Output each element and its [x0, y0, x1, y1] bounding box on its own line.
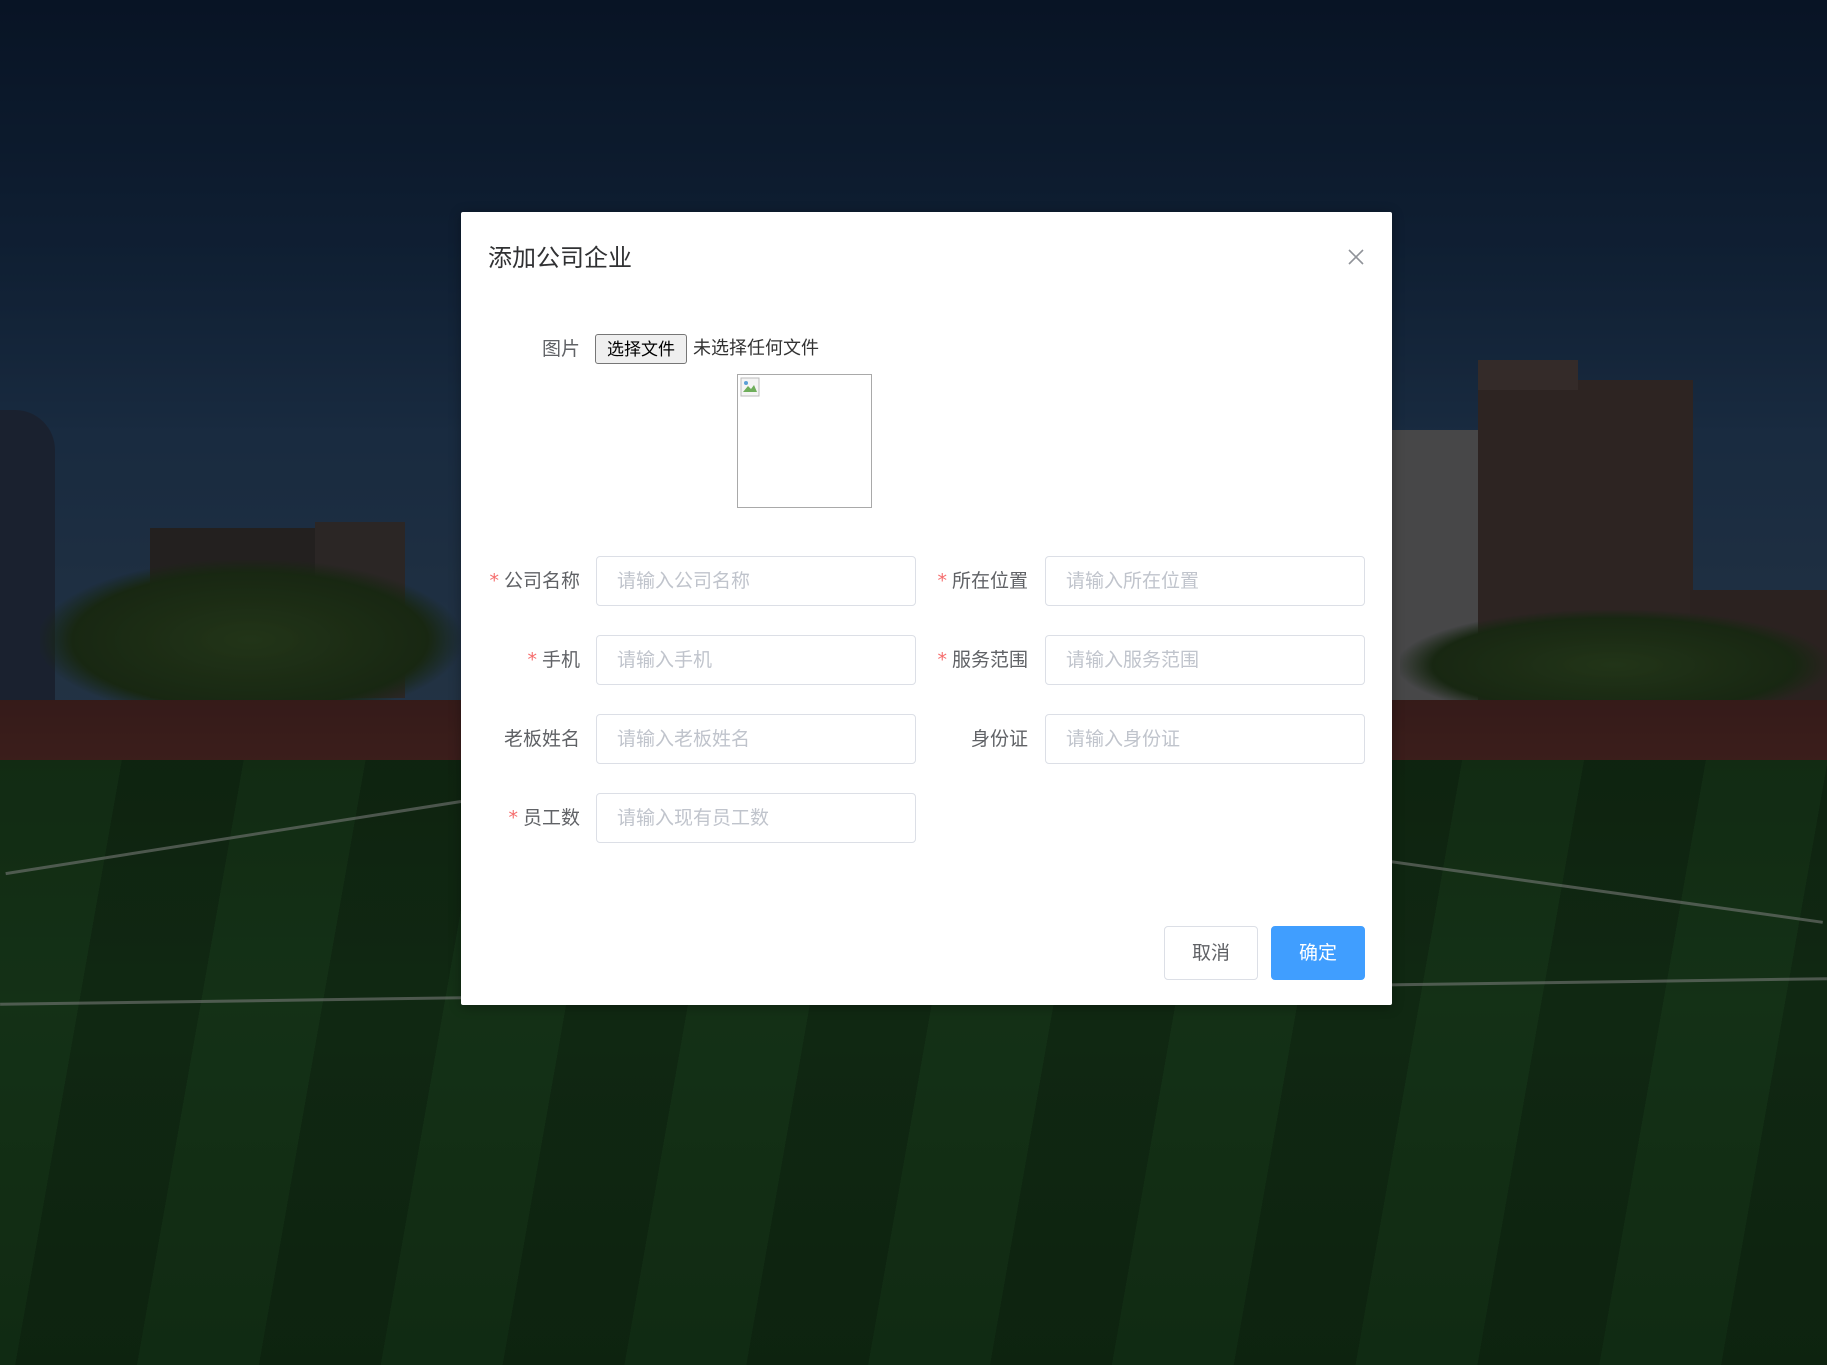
broken-image-icon [740, 377, 760, 397]
phone-input[interactable] [596, 635, 916, 685]
dialog-title: 添加公司企业 [488, 244, 632, 272]
required-mark: * [937, 649, 947, 671]
service-scope-label-text: 服务范围 [951, 649, 1028, 671]
required-mark: * [937, 570, 947, 592]
phone-label: * 手机 [480, 635, 580, 685]
employee-count-label: * 员工数 [480, 793, 580, 843]
required-mark: * [489, 570, 499, 592]
id-card-label: 身份证 [920, 714, 1028, 764]
required-mark: * [527, 649, 537, 671]
add-company-dialog: 添加公司企业 [461, 212, 1392, 1005]
company-name-input[interactable] [596, 556, 916, 606]
company-name-label-text: 公司名称 [503, 570, 580, 592]
cancel-button[interactable]: 取消 [1164, 926, 1258, 980]
phone-label-text: 手机 [541, 649, 580, 671]
boss-name-label: 老板姓名 [480, 714, 580, 764]
boss-name-input[interactable] [596, 714, 916, 764]
image-label-text: 图片 [541, 338, 580, 360]
id-card-label-text: 身份证 [970, 728, 1028, 750]
image-label: 图片 [500, 324, 580, 374]
employee-count-label-text: 员工数 [522, 807, 580, 829]
id-card-input[interactable] [1045, 714, 1365, 764]
location-label: * 所在位置 [920, 556, 1028, 606]
location-input[interactable] [1045, 556, 1365, 606]
confirm-button[interactable]: 确定 [1271, 926, 1365, 980]
page-root: 添加公司企业 图片 选择文件 未选择任何文件 *公司名称 *所在位置 *手机 [0, 0, 1827, 1365]
image-preview [737, 374, 872, 508]
company-name-label: * 公司名称 [480, 556, 580, 606]
service-scope-input[interactable] [1045, 635, 1365, 685]
choose-file-button[interactable]: 选择文件 [595, 334, 687, 364]
file-status-text: 未选择任何文件 [693, 338, 819, 359]
employee-count-input[interactable] [596, 793, 916, 843]
service-scope-label: * 服务范围 [920, 635, 1028, 685]
close-icon[interactable] [1347, 248, 1365, 266]
dialog-header: 添加公司企业 [488, 242, 1365, 282]
required-mark: * [508, 807, 518, 829]
boss-name-label-text: 老板姓名 [503, 728, 580, 750]
location-label-text: 所在位置 [951, 570, 1028, 592]
